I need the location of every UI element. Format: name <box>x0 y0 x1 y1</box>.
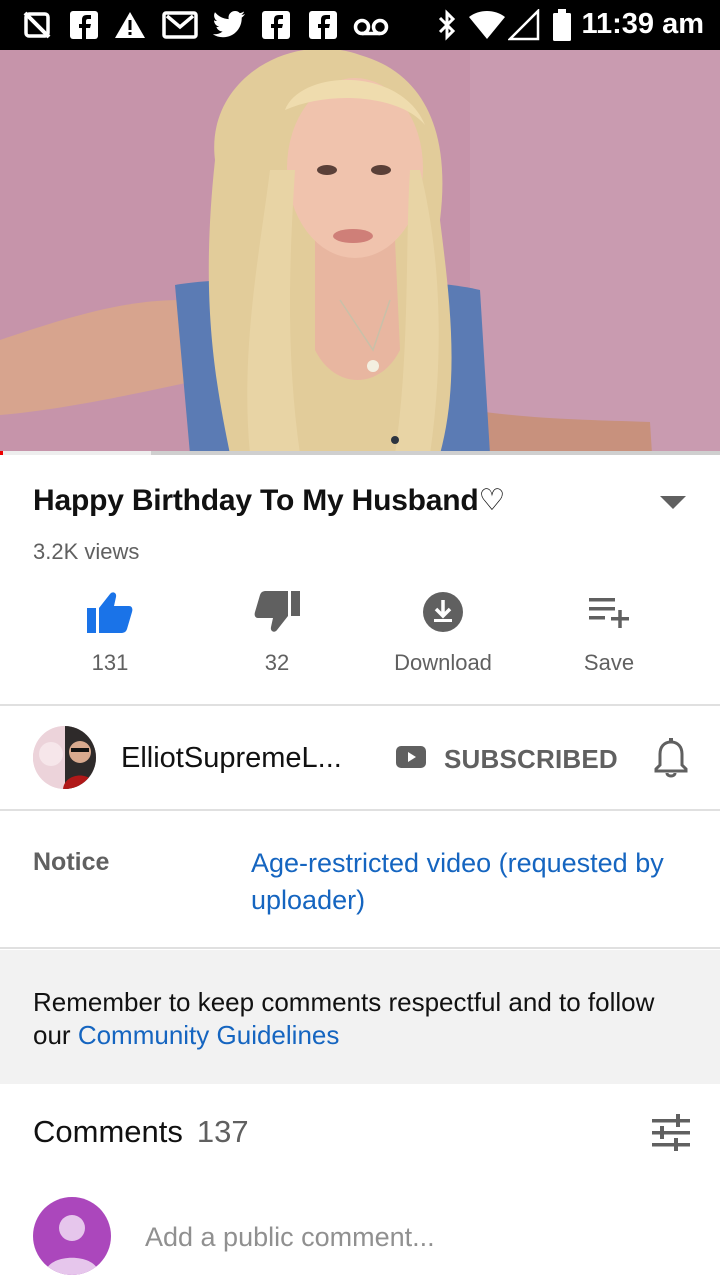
facebook-icon <box>69 9 99 41</box>
progress-played <box>0 451 3 455</box>
video-title: Happy Birthday To My Husband♡ <box>33 484 506 517</box>
divider <box>0 947 720 949</box>
facebook-icon <box>261 9 291 41</box>
notice-value-link[interactable]: Age-restricted video (requested by uploa… <box>251 845 691 919</box>
notification-bell-icon[interactable] <box>654 738 688 783</box>
wifi-icon <box>468 9 506 41</box>
divider <box>0 809 720 811</box>
subscribed-button[interactable]: SUBSCRIBED <box>396 744 618 775</box>
add-to-playlist-icon <box>534 588 684 636</box>
comment-guidelines-banner: Remember to keep comments respectful and… <box>0 950 720 1084</box>
video-progress-bar[interactable] <box>0 451 720 455</box>
channel-name[interactable]: ElliotSupremeL... <box>121 742 342 775</box>
save-label: Save <box>583 650 635 675</box>
video-player[interactable] <box>0 50 720 454</box>
voicemail-icon <box>353 9 389 41</box>
view-count: 3.2K views <box>33 539 140 564</box>
community-guidelines-link[interactable]: Community Guidelines <box>78 1020 340 1050</box>
download-label: Download <box>394 650 492 675</box>
notice-label: Notice <box>33 848 110 876</box>
gmail-icon <box>162 9 198 41</box>
comments-label: Comments <box>33 1114 183 1149</box>
dislike-count: 32 <box>264 650 290 675</box>
battery-icon <box>551 9 573 41</box>
sort-comments-icon[interactable] <box>652 1114 690 1157</box>
download-button[interactable]: Download <box>368 588 518 676</box>
expand-description-icon[interactable] <box>660 496 686 509</box>
video-thumbnail <box>0 50 720 454</box>
bluetooth-icon <box>436 9 458 41</box>
no-notification-icon <box>22 9 52 41</box>
signal-icon <box>508 9 540 41</box>
download-icon <box>368 588 518 636</box>
facebook-icon <box>308 9 338 41</box>
channel-avatar[interactable] <box>33 726 96 789</box>
thumbs-down-icon <box>202 588 352 636</box>
add-comment-input[interactable]: Add a public comment... <box>145 1222 435 1253</box>
clock: 11:39 am <box>581 8 704 40</box>
status-bar: 11:39 am <box>0 0 720 50</box>
like-button[interactable]: 131 <box>35 588 185 676</box>
subscribed-label: SUBSCRIBED <box>444 744 618 774</box>
divider <box>0 704 720 706</box>
comments-count: 137 <box>196 1114 249 1149</box>
save-button[interactable]: Save <box>534 588 684 676</box>
thumbs-up-icon <box>35 588 185 636</box>
twitter-icon <box>212 9 246 41</box>
user-avatar <box>33 1197 111 1275</box>
like-count: 131 <box>91 650 129 675</box>
comments-header: Comments 137 <box>33 1114 249 1150</box>
dislike-button[interactable]: 32 <box>202 588 352 676</box>
warning-icon <box>114 9 146 41</box>
progress-buffer <box>0 451 152 455</box>
youtube-play-icon <box>396 746 426 773</box>
